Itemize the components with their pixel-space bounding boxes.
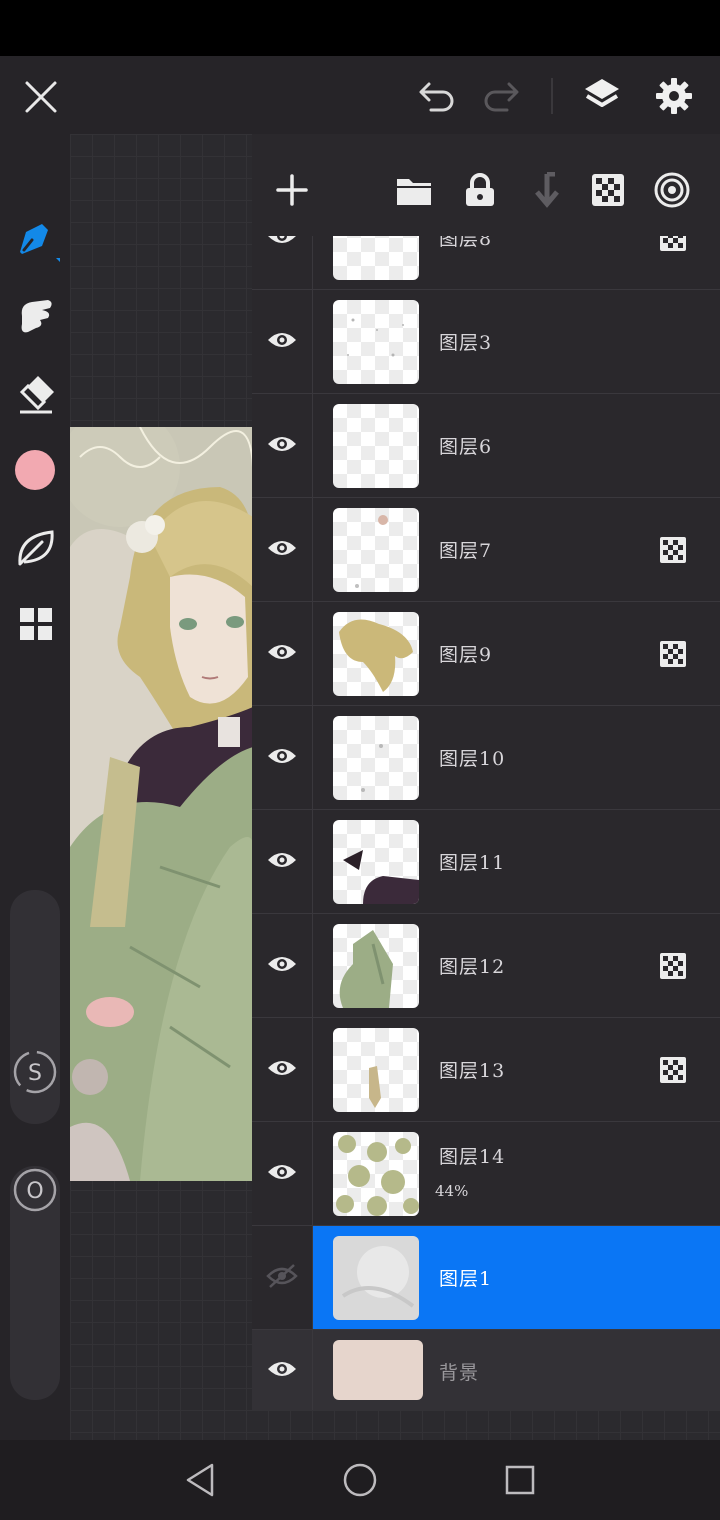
- layer-name: 图层8: [439, 236, 493, 250]
- eye-icon[interactable]: [266, 642, 298, 666]
- layer-thumbnail: [333, 716, 419, 800]
- layer-row[interactable]: 图层10: [252, 706, 720, 810]
- alpha-lock-icon: [660, 236, 686, 251]
- svg-text:O: O: [26, 1179, 43, 1204]
- layer-row[interactable]: 图层12: [252, 914, 720, 1018]
- layer-thumbnail: [333, 612, 419, 696]
- svg-text:S: S: [28, 1061, 42, 1086]
- layer-row[interactable]: 图层14 44%: [252, 1122, 720, 1226]
- eye-icon[interactable]: [266, 1058, 298, 1082]
- blend-mode-icon[interactable]: [652, 170, 692, 210]
- tool-rail: S O: [0, 134, 70, 1440]
- layer-thumbnail: [333, 508, 419, 592]
- brush-tool-icon[interactable]: [10, 216, 62, 268]
- layer-list: 图层8 图层3 图层6 图层7 图层9 图层10 图层11 图层12 图层13 …: [252, 236, 720, 1410]
- smudge-tool-icon[interactable]: [10, 290, 62, 342]
- layers-icon[interactable]: [578, 72, 626, 120]
- eye-hidden-icon[interactable]: [266, 1263, 298, 1293]
- eye-icon[interactable]: [266, 1359, 298, 1383]
- layer-name: 图层10: [439, 748, 506, 770]
- undo-icon[interactable]: [414, 74, 460, 118]
- opacity-slider-label: O: [11, 1166, 59, 1214]
- alpha-lock-icon: [660, 537, 686, 563]
- alpha-lock-icon: [660, 953, 686, 979]
- layer-thumbnail: [333, 1236, 419, 1320]
- toolbar-divider: [551, 78, 553, 114]
- layer-name: 图层12: [439, 956, 506, 978]
- layer-name: 图层7: [439, 540, 493, 562]
- layer-row-background[interactable]: 背景: [252, 1330, 720, 1410]
- system-nav-bar: [0, 1440, 720, 1520]
- eye-icon[interactable]: [266, 746, 298, 770]
- artwork[interactable]: [70, 427, 253, 1181]
- layer-name: 图层11: [439, 852, 506, 874]
- eye-icon[interactable]: [266, 1162, 298, 1186]
- status-bar: [0, 0, 720, 56]
- eraser-tool-icon[interactable]: [10, 368, 62, 420]
- recents-icon[interactable]: [496, 1458, 544, 1502]
- layer-row[interactable]: 图层13: [252, 1018, 720, 1122]
- layer-thumbnail: [333, 820, 419, 904]
- merge-down-icon[interactable]: [524, 170, 564, 210]
- background-color-swatch[interactable]: [333, 1340, 423, 1400]
- eye-icon[interactable]: [266, 330, 298, 354]
- layer-name: 图层1: [439, 1268, 493, 1290]
- layer-name: 图层6: [439, 436, 493, 458]
- eye-icon[interactable]: [266, 236, 298, 250]
- layers-toolbar: [252, 134, 720, 236]
- alpha-lock-icon: [660, 641, 686, 667]
- add-layer-icon[interactable]: [272, 170, 312, 210]
- size-slider-label: S: [11, 1048, 59, 1096]
- layer-row-selected[interactable]: 图层1: [252, 1226, 720, 1330]
- top-toolbar: [0, 56, 720, 134]
- layer-row[interactable]: 图层6: [252, 394, 720, 498]
- close-icon[interactable]: [18, 74, 64, 120]
- layers-panel: 图层8 图层3 图层6 图层7 图层9 图层10 图层11 图层12 图层13 …: [252, 134, 720, 1410]
- back-icon[interactable]: [176, 1458, 224, 1502]
- layer-thumbnail: [333, 300, 419, 384]
- layer-row[interactable]: 图层11: [252, 810, 720, 914]
- layer-name: 图层3: [439, 332, 493, 354]
- layer-opacity: 44%: [435, 1182, 469, 1200]
- eye-icon[interactable]: [266, 434, 298, 458]
- eye-icon[interactable]: [266, 954, 298, 978]
- color-swatch[interactable]: [13, 448, 57, 492]
- home-icon[interactable]: [336, 1458, 384, 1502]
- redo-icon[interactable]: [478, 74, 524, 118]
- lock-icon[interactable]: [460, 170, 500, 210]
- folder-icon[interactable]: [394, 170, 434, 210]
- layer-name: 背景: [439, 1362, 480, 1384]
- layer-thumbnail: [333, 924, 419, 1008]
- leaf-icon[interactable]: [12, 524, 60, 572]
- layer-thumbnail: [333, 404, 419, 488]
- layer-name: 图层13: [439, 1060, 506, 1082]
- layer-row[interactable]: 图层3: [252, 290, 720, 394]
- layer-thumbnail: [333, 236, 419, 280]
- alpha-lock-icon[interactable]: [588, 170, 628, 210]
- layer-row[interactable]: 图层7: [252, 498, 720, 602]
- grid-menu-icon[interactable]: [12, 600, 60, 648]
- eye-icon[interactable]: [266, 538, 298, 562]
- gear-icon[interactable]: [650, 72, 698, 120]
- layer-row[interactable]: 图层8: [252, 236, 720, 290]
- layer-thumbnail: [333, 1028, 419, 1112]
- layer-name: 图层14: [439, 1146, 506, 1168]
- layer-thumbnail: [333, 1132, 419, 1216]
- alpha-lock-icon: [660, 1057, 686, 1083]
- layer-name: 图层9: [439, 644, 493, 666]
- eye-icon[interactable]: [266, 850, 298, 874]
- layer-row[interactable]: 图层9: [252, 602, 720, 706]
- drawing-app: S O 图层8 图层3 图层6 图层7 图层9 图层10 图层11 图层12 图…: [0, 56, 720, 1440]
